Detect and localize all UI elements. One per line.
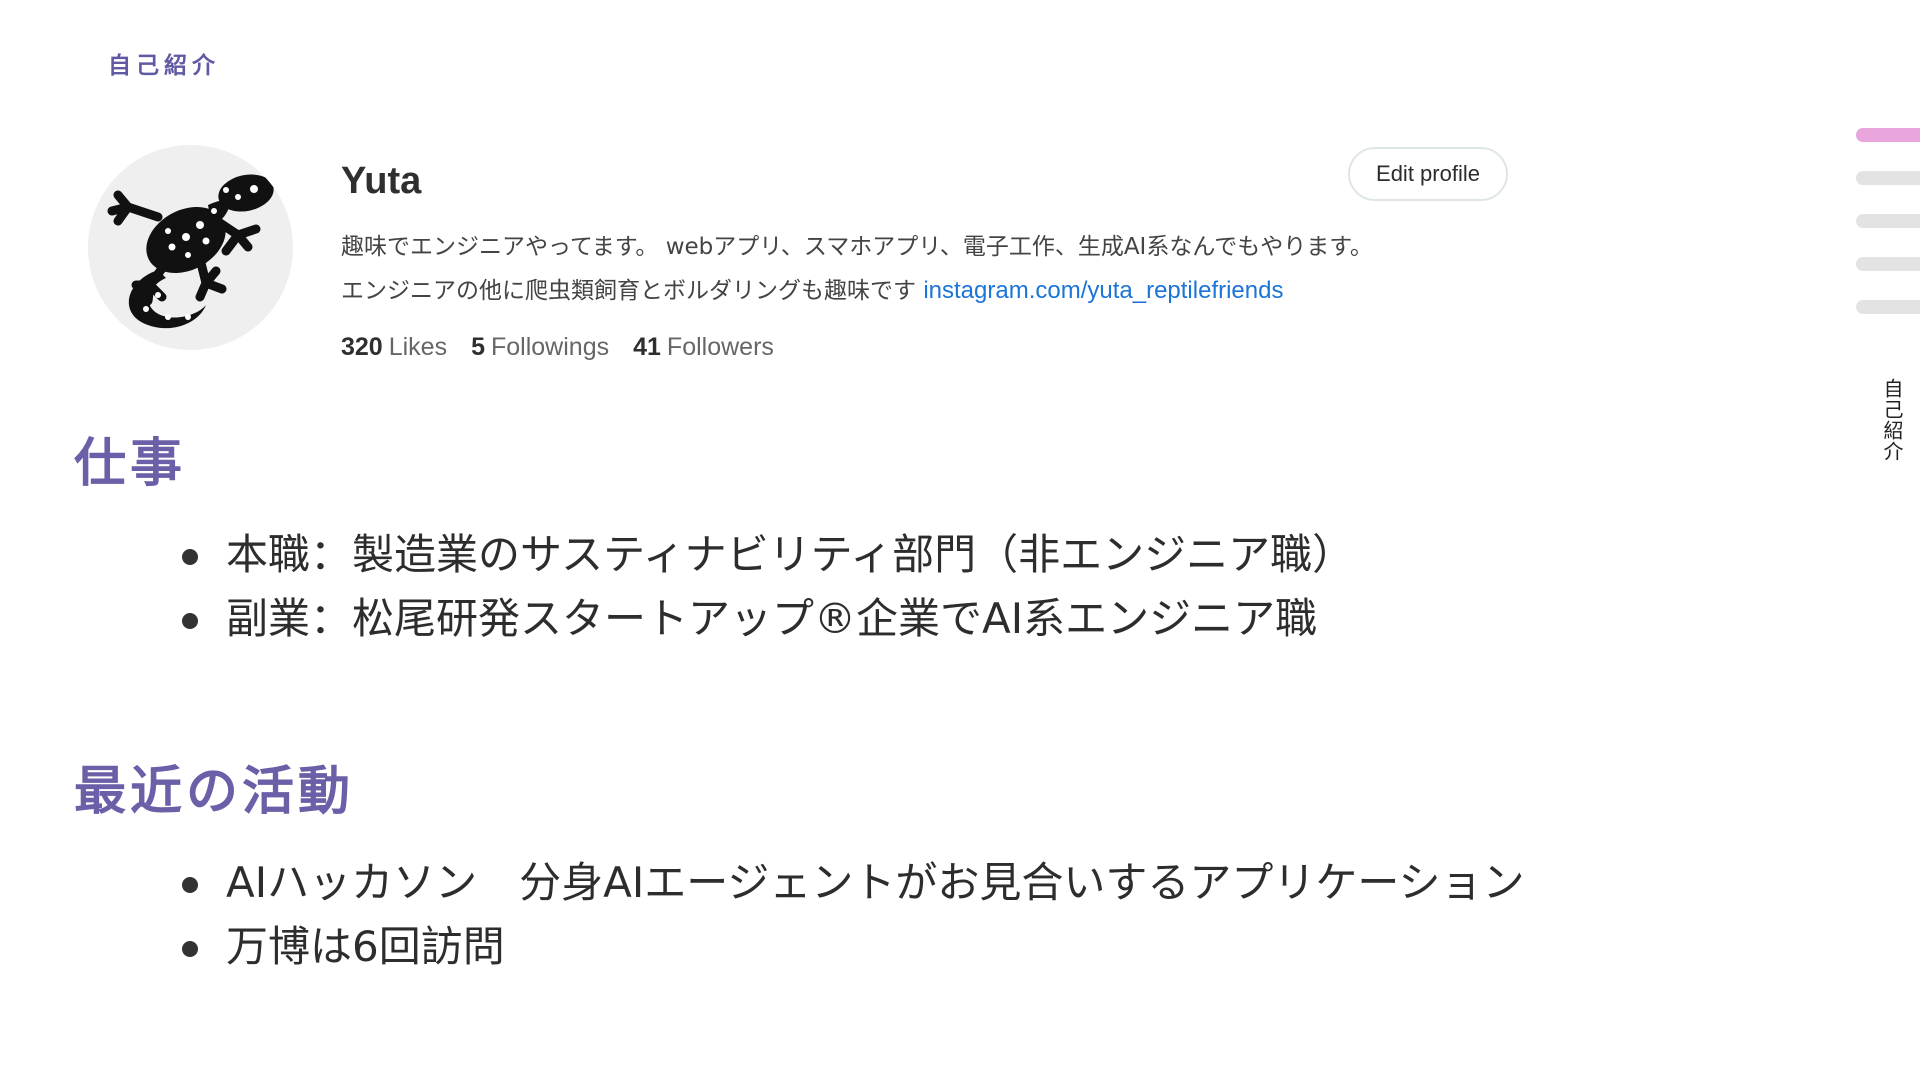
side-nav-item[interactable] bbox=[1856, 171, 1920, 185]
side-nav-label: 自己紹介 bbox=[1880, 378, 1904, 462]
bio-line: 趣味でエンジニアやってます。 webアプリ、スマホアプリ、電子工作、生成AI系な… bbox=[341, 234, 1373, 260]
stat-label: Followings bbox=[491, 333, 610, 361]
side-nav-item-active[interactable] bbox=[1856, 128, 1920, 142]
instagram-link[interactable]: instagram.com/yuta_reptilefriends bbox=[923, 277, 1283, 304]
stat-label: Followers bbox=[666, 333, 774, 361]
stat-count: 320 bbox=[341, 333, 383, 361]
bio-line: エンジニアの他に爬虫類飼育とボルダリングも趣味です instagram.com/… bbox=[341, 269, 1511, 313]
profile-card: Yuta Edit profile 趣味でエンジニアやってます。 webアプリ、… bbox=[88, 145, 1518, 375]
slide-side-nav bbox=[1856, 128, 1920, 343]
edit-profile-button[interactable]: Edit profile bbox=[1348, 147, 1508, 201]
stat-followers[interactable]: 41 Followers bbox=[633, 333, 774, 362]
stat-label: Likes bbox=[388, 333, 448, 361]
recent-activity-heading: 最近の活動 bbox=[74, 762, 355, 822]
stat-count: 5 bbox=[471, 333, 485, 361]
list-item: 本職：製造業のサスティナビリティ部門（非エンジニア職） bbox=[176, 523, 1354, 587]
profile-stats: 320 Likes 5 Followings 41 Followers bbox=[341, 333, 774, 362]
gecko-icon bbox=[107, 174, 274, 329]
recent-activity-list: AIハッカソン 分身AIエージェントがお見合いするアプリケーション 万博は6回訪… bbox=[176, 851, 1525, 979]
profile-bio: 趣味でエンジニアやってます。 webアプリ、スマホアプリ、電子工作、生成AI系な… bbox=[341, 225, 1511, 313]
section-label: 自己紹介 bbox=[108, 53, 220, 79]
list-item: AIハッカソン 分身AIエージェントがお見合いするアプリケーション bbox=[176, 851, 1525, 915]
stat-followings[interactable]: 5 Followings bbox=[471, 333, 609, 362]
profile-name: Yuta bbox=[341, 160, 422, 202]
stat-likes[interactable]: 320 Likes bbox=[341, 333, 447, 362]
bio-text: エンジニアの他に爬虫類飼育とボルダリングも趣味です bbox=[341, 278, 916, 304]
side-nav-item[interactable] bbox=[1856, 300, 1920, 314]
work-list: 本職：製造業のサスティナビリティ部門（非エンジニア職） 副業：松尾研発スタートア… bbox=[176, 523, 1354, 651]
avatar[interactable] bbox=[88, 145, 293, 350]
stat-count: 41 bbox=[633, 333, 661, 361]
side-nav-item[interactable] bbox=[1856, 214, 1920, 228]
list-item: 万博は6回訪問 bbox=[176, 915, 1525, 979]
list-item: 副業：松尾研発スタートアップ®企業でAI系エンジニア職 bbox=[176, 587, 1354, 651]
side-nav-item[interactable] bbox=[1856, 257, 1920, 271]
work-heading: 仕事 bbox=[74, 434, 187, 494]
